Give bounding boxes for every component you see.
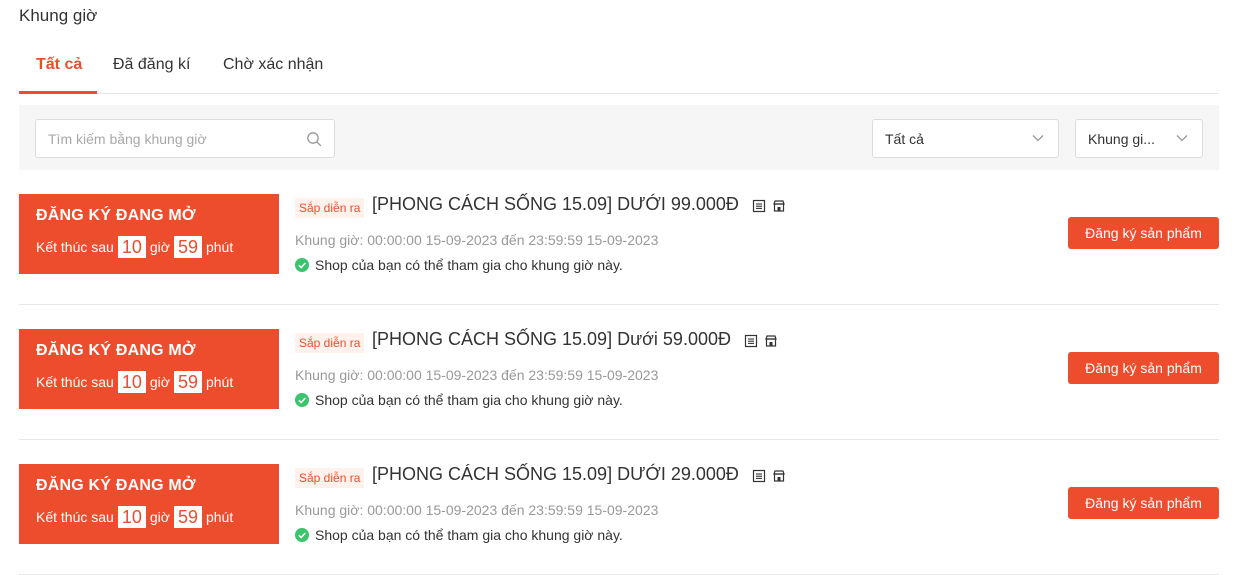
registration-banner: ĐĂNG KÝ ĐANG MỞ Kết thúc sau 10 giờ 59 p… <box>19 329 279 409</box>
countdown: Kết thúc sau 10 giờ 59 phút <box>36 371 233 393</box>
countdown-minutes: 59 <box>173 371 202 393</box>
list-icon[interactable] <box>744 334 758 348</box>
countdown-hours: 10 <box>117 371 146 393</box>
countdown-prefix: Kết thúc sau <box>36 509 114 525</box>
tab-bar: Tất cả Đã đăng kí Chờ xác nhận <box>19 44 1219 94</box>
status-badge: Sắp diễn ra <box>295 468 365 488</box>
countdown-prefix: Kết thúc sau <box>36 374 114 390</box>
chevron-down-icon <box>1032 135 1044 142</box>
slot-select[interactable]: Khung gi... <box>1075 119 1203 158</box>
page-title: Khung giờ <box>19 6 98 25</box>
countdown-minutes-unit: phút <box>205 374 234 390</box>
countdown-minutes-unit: phút <box>205 509 234 525</box>
countdown-hours-unit: giờ <box>149 509 170 525</box>
register-products-button[interactable]: Đăng ký sản phẩm <box>1068 352 1219 384</box>
check-circle-icon <box>295 393 309 407</box>
check-circle-icon <box>295 528 309 542</box>
slot-name: [PHONG CÁCH SỐNG 15.09] DƯỚI 29.000Đ <box>372 464 792 486</box>
countdown-hours-unit: giờ <box>149 239 170 255</box>
countdown-hours-unit: giờ <box>149 374 170 390</box>
slot-row: ĐĂNG KÝ ĐANG MỞ Kết thúc sau 10 giờ 59 p… <box>19 170 1219 305</box>
eligibility-text: Shop của bạn có thể tham gia cho khung g… <box>315 257 623 273</box>
search-icon[interactable] <box>306 131 322 147</box>
slot-time: Khung giờ: 00:00:00 15-09-2023 đến 23:59… <box>295 502 659 518</box>
active-tab-indicator <box>19 91 97 94</box>
banner-title: ĐĂNG KÝ ĐANG MỞ <box>36 207 196 224</box>
eligibility-message: Shop của bạn có thể tham gia cho khung g… <box>295 392 623 408</box>
eligibility-message: Shop của bạn có thể tham gia cho khung g… <box>295 527 623 543</box>
slot-name: [PHONG CÁCH SỐNG 15.09] Dưới 59.000Đ <box>372 329 784 351</box>
search-input[interactable] <box>48 128 298 150</box>
tab-all[interactable]: Tất cả <box>36 56 82 93</box>
countdown-minutes-unit: phút <box>205 239 234 255</box>
slot-row: ĐĂNG KÝ ĐANG MỞ Kết thúc sau 10 giờ 59 p… <box>19 440 1219 575</box>
slot-name-text: [PHONG CÁCH SỐNG 15.09] DƯỚI 29.000Đ <box>372 464 739 484</box>
eligibility-message: Shop của bạn có thể tham gia cho khung g… <box>295 257 623 273</box>
slot-time: Khung giờ: 00:00:00 15-09-2023 đến 23:59… <box>295 232 659 248</box>
registration-banner: ĐĂNG KÝ ĐANG MỞ Kết thúc sau 10 giờ 59 p… <box>19 464 279 544</box>
status-select-value: Tất cả <box>885 131 924 147</box>
status-select[interactable]: Tất cả <box>872 119 1059 158</box>
register-products-button[interactable]: Đăng ký sản phẩm <box>1068 487 1219 519</box>
countdown-hours: 10 <box>117 506 146 528</box>
status-badge: Sắp diễn ra <box>295 198 365 218</box>
tab-registered[interactable]: Đã đăng kí <box>113 56 190 93</box>
slot-name: [PHONG CÁCH SỐNG 15.09] DƯỚI 99.000Đ <box>372 194 792 216</box>
eligibility-text: Shop của bạn có thể tham gia cho khung g… <box>315 527 623 543</box>
slot-name-text: [PHONG CÁCH SỐNG 15.09] DƯỚI 99.000Đ <box>372 194 739 214</box>
banner-title: ĐĂNG KÝ ĐANG MỞ <box>36 477 196 494</box>
registration-banner: ĐĂNG KÝ ĐANG MỞ Kết thúc sau 10 giờ 59 p… <box>19 194 279 274</box>
countdown-prefix: Kết thúc sau <box>36 239 114 255</box>
shop-icon[interactable] <box>772 469 786 483</box>
shop-icon[interactable] <box>764 334 778 348</box>
list-icon[interactable] <box>752 469 766 483</box>
chevron-down-icon <box>1176 135 1188 142</box>
status-badge: Sắp diễn ra <box>295 333 365 353</box>
countdown-minutes: 59 <box>173 236 202 258</box>
eligibility-text: Shop của bạn có thể tham gia cho khung g… <box>315 392 623 408</box>
list-icon[interactable] <box>752 199 766 213</box>
filter-bar: Tất cả Khung gi... <box>19 105 1219 170</box>
countdown-hours: 10 <box>117 236 146 258</box>
slot-row: ĐĂNG KÝ ĐANG MỞ Kết thúc sau 10 giờ 59 p… <box>19 305 1219 440</box>
check-circle-icon <box>295 258 309 272</box>
search-box <box>35 119 335 158</box>
slot-time: Khung giờ: 00:00:00 15-09-2023 đến 23:59… <box>295 367 659 383</box>
register-products-button[interactable]: Đăng ký sản phẩm <box>1068 217 1219 249</box>
banner-title: ĐĂNG KÝ ĐANG MỞ <box>36 342 196 359</box>
countdown: Kết thúc sau 10 giờ 59 phút <box>36 506 233 528</box>
tab-pending[interactable]: Chờ xác nhận <box>223 56 323 93</box>
slot-select-value: Khung gi... <box>1088 131 1155 147</box>
countdown: Kết thúc sau 10 giờ 59 phút <box>36 236 233 258</box>
shop-icon[interactable] <box>772 199 786 213</box>
slot-name-text: [PHONG CÁCH SỐNG 15.09] Dưới 59.000Đ <box>372 329 731 349</box>
countdown-minutes: 59 <box>173 506 202 528</box>
